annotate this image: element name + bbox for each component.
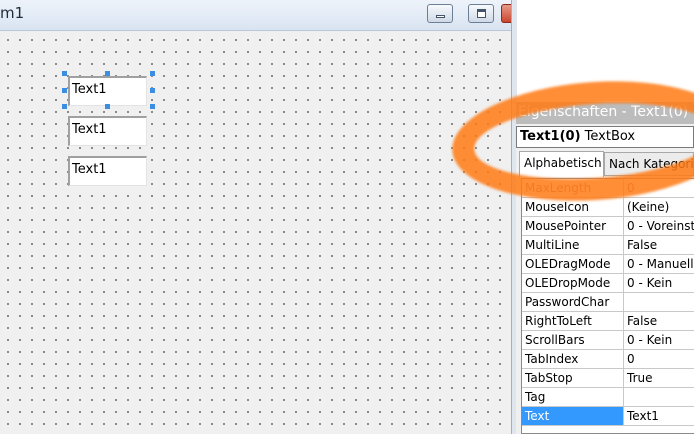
tab-nach-kategorien[interactable]: Nach Kategorien	[604, 152, 694, 176]
textbox-text1-1[interactable]: Text1	[68, 116, 147, 146]
properties-title: Eigenschaften - Text1(0)	[518, 104, 689, 120]
property-value[interactable]: 0 - Kein	[625, 274, 694, 292]
property-name: OLEDropMode	[522, 274, 624, 292]
property-name: MultiLine	[522, 236, 624, 254]
property-name: OLEDragMode	[522, 255, 624, 273]
property-row[interactable]: Tag	[522, 388, 694, 407]
property-row[interactable]: TabStop True	[522, 369, 694, 388]
property-name: TabIndex	[522, 350, 624, 368]
form-designer-window: m1 Text1 Text1 Text1	[0, 0, 511, 434]
resize-handle-n[interactable]	[105, 71, 110, 76]
object-type: TextBox	[584, 129, 636, 144]
resize-handle-sw[interactable]	[62, 104, 67, 109]
property-row[interactable]: TabIndex 0	[522, 350, 694, 369]
resize-handle-nw[interactable]	[62, 71, 67, 76]
property-value[interactable]: (Keine)	[625, 198, 694, 216]
property-name: MouseIcon	[522, 198, 624, 216]
property-value[interactable]: 0	[625, 350, 694, 368]
textbox-text1-2[interactable]: Text1	[68, 156, 147, 186]
textbox-text1-0[interactable]: Text1	[68, 76, 147, 106]
property-grid: MaxLength 0 MouseIcon (Keine) MousePoint…	[521, 178, 694, 434]
properties-titlebar[interactable]: Eigenschaften - Text1(0)	[516, 102, 694, 124]
maximize-icon	[477, 9, 486, 18]
property-value[interactable]	[625, 388, 694, 406]
tab-alphabetisch[interactable]: Alphabetisch	[519, 151, 604, 177]
textbox-text: Text1	[72, 162, 107, 177]
property-name: TabStop	[522, 369, 624, 387]
tab-label: Alphabetisch	[524, 156, 602, 170]
property-row[interactable]: MultiLine False	[522, 236, 694, 255]
property-row[interactable]: MouseIcon (Keine)	[522, 198, 694, 217]
property-row[interactable]: MousePointer 0 - Voreinstellung	[522, 217, 694, 236]
resize-handle-s[interactable]	[105, 104, 110, 109]
textbox-text: Text1	[72, 82, 107, 97]
property-name: MaxLength	[522, 179, 624, 197]
resize-handle-e[interactable]	[150, 88, 155, 93]
resize-handle-w[interactable]	[62, 88, 67, 93]
resize-handle-se[interactable]	[150, 104, 155, 109]
property-value[interactable]: 0 - Manuell	[625, 255, 694, 273]
property-value[interactable]: Text1	[625, 407, 694, 425]
property-row[interactable]: RightToLeft False	[522, 312, 694, 331]
form-title: m1	[0, 4, 25, 22]
resize-handle-ne[interactable]	[150, 71, 155, 76]
form-titlebar[interactable]: m1	[0, 0, 511, 31]
minimize-button[interactable]	[427, 4, 453, 23]
property-name: PasswordChar	[522, 293, 624, 311]
property-value[interactable]	[625, 293, 694, 311]
property-name: RightToLeft	[522, 312, 624, 330]
property-value[interactable]: False	[625, 312, 694, 330]
object-name: Text1(0)	[520, 129, 581, 144]
tab-label: Nach Kategorien	[609, 157, 694, 171]
property-name: ScrollBars	[522, 331, 624, 349]
minimize-icon	[436, 15, 445, 18]
property-value[interactable]: True	[625, 369, 694, 387]
properties-panel: Eigenschaften - Text1(0) Text1(0) TextBo…	[516, 102, 694, 434]
maximize-button[interactable]	[468, 4, 494, 23]
property-row-selected[interactable]: Text Text1	[522, 407, 694, 426]
property-value[interactable]: 0 - Voreinstellung	[625, 217, 694, 235]
property-value[interactable]: 0	[625, 179, 694, 197]
property-name: MousePointer	[522, 217, 624, 235]
textbox-text: Text1	[72, 122, 107, 137]
object-selector[interactable]: Text1(0) TextBox	[516, 126, 694, 148]
property-value[interactable]: False	[625, 236, 694, 254]
property-row[interactable]: ScrollBars 0 - Kein	[522, 331, 694, 350]
property-value[interactable]: 0 - Kein	[625, 331, 694, 349]
property-row[interactable]: OLEDropMode 0 - Kein	[522, 274, 694, 293]
close-button[interactable]	[501, 4, 511, 23]
property-name: Text	[522, 407, 624, 425]
property-row[interactable]: MaxLength 0	[522, 179, 694, 198]
property-name: Tag	[522, 388, 624, 406]
property-row[interactable]: PasswordChar	[522, 293, 694, 312]
property-row[interactable]: OLEDragMode 0 - Manuell	[522, 255, 694, 274]
